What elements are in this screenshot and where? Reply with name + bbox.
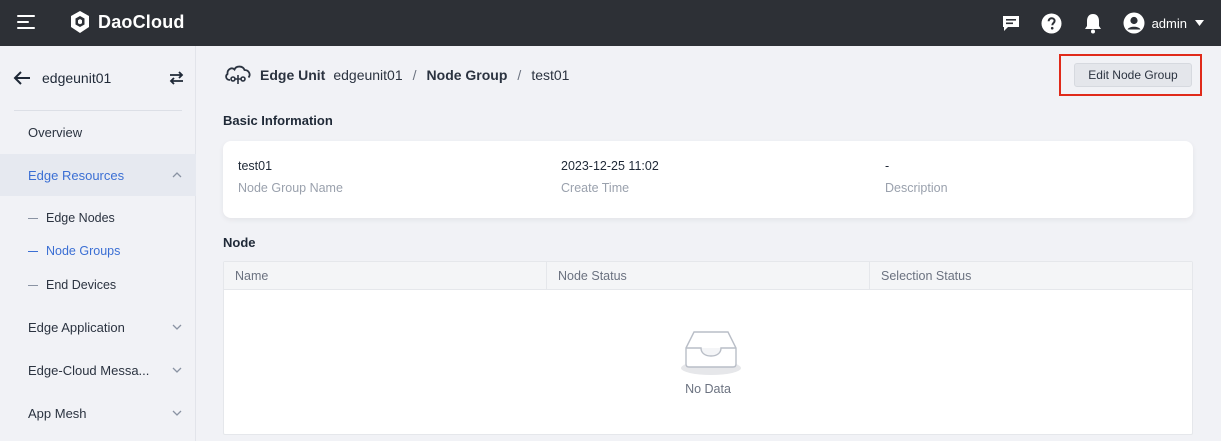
- sidebar-item-label: Overview: [28, 124, 83, 140]
- dash-icon: [28, 250, 38, 252]
- info-create-time: 2023-12-25 11:02 Create Time: [561, 159, 659, 195]
- breadcrumb-unit[interactable]: edgeunit01: [333, 67, 402, 83]
- main-content: Edge Unit edgeunit01 / Node Group / test…: [196, 46, 1221, 441]
- empty-inbox-icon: [681, 331, 741, 375]
- chevron-down-icon: [172, 410, 182, 416]
- sidebar-item-label: Edge-Cloud Messa...: [28, 362, 150, 378]
- column-header-name[interactable]: Name: [224, 262, 547, 290]
- info-node-group-name: test01 Node Group Name: [238, 159, 343, 195]
- dash-icon: [28, 217, 38, 219]
- menu-icon[interactable]: [17, 15, 35, 31]
- chevron-down-icon: [172, 367, 182, 373]
- sidebar-subitem-label: End Devices: [46, 278, 117, 292]
- sidebar-item-edge-cloud-messaging[interactable]: Edge-Cloud Messa...: [0, 349, 196, 391]
- logo[interactable]: DaoCloud: [68, 10, 185, 34]
- sidebar-item-label: Edge Resources: [28, 167, 125, 183]
- node-table: Name Node Status Selection Status No Dat…: [223, 261, 1193, 435]
- sidebar-item-overview[interactable]: Overview: [0, 111, 196, 153]
- sidebar-subitem-edge-nodes[interactable]: Edge Nodes: [0, 203, 196, 233]
- help-icon[interactable]: [1041, 12, 1063, 34]
- info-label: Create Time: [561, 181, 630, 195]
- empty-state: No Data: [224, 290, 1192, 435]
- sidebar-subitem-node-groups[interactable]: Node Groups: [0, 236, 196, 266]
- unit-name: edgeunit01: [42, 70, 112, 86]
- breadcrumb-node-group[interactable]: Node Group: [427, 67, 508, 83]
- unit-header: edgeunit01: [0, 46, 196, 112]
- chat-icon[interactable]: [1000, 12, 1022, 34]
- user-menu[interactable]: admin: [1123, 12, 1204, 34]
- caret-down-icon: [1195, 20, 1204, 26]
- info-description: - Description: [885, 159, 948, 195]
- back-arrow-icon[interactable]: [13, 70, 31, 86]
- breadcrumb-current: test01: [531, 67, 570, 83]
- edit-node-group-button[interactable]: Edit Node Group: [1074, 63, 1192, 87]
- user-avatar-icon: [1123, 12, 1145, 34]
- breadcrumb-section[interactable]: Edge Unit: [260, 67, 325, 83]
- sidebar: edgeunit01 Overview Edge Resources Edge …: [0, 46, 196, 441]
- dash-icon: [28, 284, 38, 286]
- sidebar-item-label: App Mesh: [28, 405, 87, 421]
- top-bar: DaoCloud admin: [0, 0, 1221, 46]
- breadcrumb-separator: /: [412, 67, 417, 83]
- column-header-selection-status[interactable]: Selection Status: [870, 262, 1192, 290]
- sidebar-item-edge-application[interactable]: Edge Application: [0, 306, 196, 348]
- info-value: 2023-12-25 11:02: [561, 159, 659, 173]
- info-value: -: [885, 159, 890, 173]
- chevron-up-icon: [172, 172, 182, 178]
- column-header-node-status[interactable]: Node Status: [547, 262, 870, 290]
- info-label: Node Group Name: [238, 181, 343, 195]
- chevron-down-icon: [172, 324, 182, 330]
- bell-icon[interactable]: [1082, 12, 1104, 34]
- edge-unit-icon: [225, 65, 251, 84]
- sidebar-subitem-label: Node Groups: [46, 244, 121, 258]
- empty-text: No Data: [685, 382, 731, 396]
- basic-info-title: Basic Information: [223, 113, 333, 128]
- info-label: Description: [885, 181, 948, 195]
- sidebar-item-edge-resources[interactable]: Edge Resources: [0, 154, 196, 196]
- sidebar-item-label: Edge Application: [28, 319, 125, 335]
- node-section-title: Node: [223, 235, 256, 250]
- brand-name: DaoCloud: [98, 11, 185, 32]
- daocloud-logo-icon: [71, 11, 89, 33]
- user-name: admin: [1151, 15, 1187, 31]
- breadcrumb-separator: /: [517, 67, 522, 83]
- sidebar-item-app-mesh[interactable]: App Mesh: [0, 392, 196, 434]
- sidebar-subitem-label: Edge Nodes: [46, 211, 115, 225]
- breadcrumb: Edge Unit edgeunit01 / Node Group / test…: [224, 62, 569, 88]
- sidebar-subitem-end-devices[interactable]: End Devices: [0, 270, 196, 300]
- basic-info-card: test01 Node Group Name 2023-12-25 11:02 …: [223, 141, 1193, 218]
- switch-icon[interactable]: [168, 70, 185, 86]
- info-value: test01: [238, 159, 273, 173]
- table-header: Name Node Status Selection Status: [224, 262, 1192, 290]
